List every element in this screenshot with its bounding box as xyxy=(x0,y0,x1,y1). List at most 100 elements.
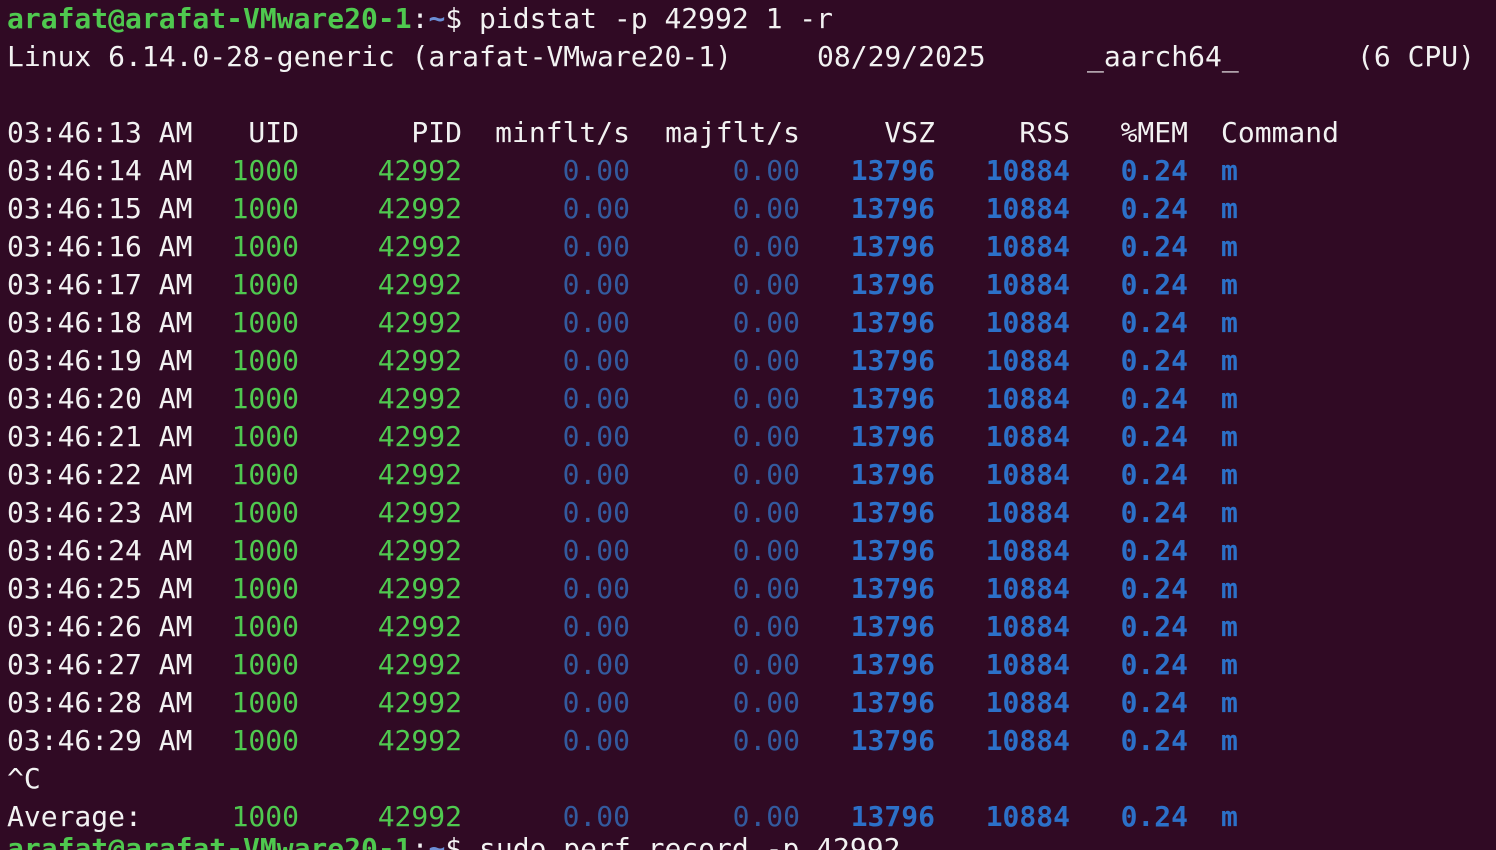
cell-command: m xyxy=(1221,648,1238,681)
cell-time: 03:46:24 AM xyxy=(7,534,193,567)
cell-uid: 1000 xyxy=(231,192,299,225)
cell-command: m xyxy=(1221,458,1238,491)
cell-pid: 42992 xyxy=(377,648,462,681)
cell-vsz: 13796 xyxy=(850,458,935,491)
cell-command: m xyxy=(1221,230,1238,263)
cell-uid: 1000 xyxy=(231,458,299,491)
cell-time: 03:46:22 AM xyxy=(7,458,193,491)
cell-vsz: 13796 xyxy=(850,154,935,187)
cell-vsz: 13796 xyxy=(850,648,935,681)
cell-command: m xyxy=(1221,496,1238,529)
header-uid: UID xyxy=(248,116,299,149)
cell-pid: 42992 xyxy=(377,230,462,263)
cell-majflt: 0.00 xyxy=(732,268,800,301)
cell-majflt: 0.00 xyxy=(732,648,800,681)
cell-pid: 42992 xyxy=(377,420,462,453)
cell-time: 03:46:23 AM xyxy=(7,496,193,529)
cell-time: 03:46:29 AM xyxy=(7,724,193,757)
cell-rss: 10884 xyxy=(985,496,1070,529)
cell-mem: 0.24 xyxy=(1120,344,1188,377)
cell-pid: 42992 xyxy=(377,534,462,567)
cell-mem: 0.24 xyxy=(1120,268,1188,301)
cell-minflt: 0.00 xyxy=(562,154,630,187)
cell-pid: 42992 xyxy=(377,458,462,491)
cell-majflt: 0.00 xyxy=(732,686,800,719)
cell-uid: 1000 xyxy=(231,268,299,301)
cell-minflt: 0.00 xyxy=(562,420,630,453)
cell-majflt: 0.00 xyxy=(732,344,800,377)
average-mem: 0.24 xyxy=(1120,800,1188,833)
terminal-window[interactable]: arafat@arafat-VMware20-1:~$ pidstat -p 4… xyxy=(0,0,1496,850)
cell-command: m xyxy=(1221,686,1238,719)
cell-minflt: 0.00 xyxy=(562,268,630,301)
cell-command: m xyxy=(1221,382,1238,415)
cell-vsz: 13796 xyxy=(850,610,935,643)
sysinfo-arch: _aarch64_ xyxy=(1087,40,1239,73)
cell-rss: 10884 xyxy=(985,572,1070,605)
table-row: 03:46:23 AM 1000 42992 0.00 0.00 13796 10884 0.… xyxy=(7,494,1487,532)
cell-mem: 0.24 xyxy=(1120,686,1188,719)
cell-uid: 1000 xyxy=(231,724,299,757)
sysinfo-line: Linux 6.14.0-28-generic (arafat-VMware20… xyxy=(7,38,1487,76)
cell-pid: 42992 xyxy=(377,154,462,187)
cell-command: m xyxy=(1221,534,1238,567)
cell-rss: 10884 xyxy=(985,306,1070,339)
cell-command: m xyxy=(1221,724,1238,757)
cell-time: 03:46:17 AM xyxy=(7,268,193,301)
cell-minflt: 0.00 xyxy=(562,192,630,225)
table-row: 03:46:20 AM 1000 42992 0.00 0.00 13796 10884 0.… xyxy=(7,380,1487,418)
cell-rss: 10884 xyxy=(985,686,1070,719)
cell-uid: 1000 xyxy=(231,420,299,453)
cell-majflt: 0.00 xyxy=(732,420,800,453)
table-row: 03:46:14 AM 1000 42992 0.00 0.00 13796 10884 0.… xyxy=(7,152,1487,190)
cell-pid: 42992 xyxy=(377,268,462,301)
header-pid: PID xyxy=(411,116,462,149)
cell-majflt: 0.00 xyxy=(732,724,800,757)
cell-vsz: 13796 xyxy=(850,686,935,719)
cell-vsz: 13796 xyxy=(850,420,935,453)
cell-command: m xyxy=(1221,306,1238,339)
cell-rss: 10884 xyxy=(985,724,1070,757)
cell-time: 03:46:21 AM xyxy=(7,420,193,453)
table-row: 03:46:21 AM 1000 42992 0.00 0.00 13796 10884 0.… xyxy=(7,418,1487,456)
next-prompt-symbol: $ xyxy=(445,832,463,850)
table-row: 03:46:27 AM 1000 42992 0.00 0.00 13796 10884 0.… xyxy=(7,646,1487,684)
header-time: 03:46:13 AM xyxy=(7,116,193,149)
table-row: 03:46:24 AM 1000 42992 0.00 0.00 13796 10884 0.… xyxy=(7,532,1487,570)
cell-pid: 42992 xyxy=(377,572,462,605)
cell-minflt: 0.00 xyxy=(562,534,630,567)
cell-rss: 10884 xyxy=(985,382,1070,415)
cell-pid: 42992 xyxy=(377,382,462,415)
cell-rss: 10884 xyxy=(985,192,1070,225)
cell-minflt: 0.00 xyxy=(562,382,630,415)
cell-mem: 0.24 xyxy=(1120,382,1188,415)
cell-mem: 0.24 xyxy=(1120,572,1188,605)
cell-vsz: 13796 xyxy=(850,572,935,605)
cell-minflt: 0.00 xyxy=(562,344,630,377)
table-row: 03:46:18 AM 1000 42992 0.00 0.00 13796 10884 0.… xyxy=(7,304,1487,342)
cell-uid: 1000 xyxy=(231,496,299,529)
cell-uid: 1000 xyxy=(231,648,299,681)
cell-uid: 1000 xyxy=(231,534,299,567)
cell-time: 03:46:20 AM xyxy=(7,382,193,415)
cell-rss: 10884 xyxy=(985,610,1070,643)
cell-command: m xyxy=(1221,572,1238,605)
table-row: 03:46:25 AM 1000 42992 0.00 0.00 13796 10884 0.… xyxy=(7,570,1487,608)
cell-pid: 42992 xyxy=(377,496,462,529)
cell-command: m xyxy=(1221,610,1238,643)
table-row: 03:46:15 AM 1000 42992 0.00 0.00 13796 10884 0.… xyxy=(7,190,1487,228)
cell-rss: 10884 xyxy=(985,648,1070,681)
cell-mem: 0.24 xyxy=(1120,306,1188,339)
cell-time: 03:46:18 AM xyxy=(7,306,193,339)
cell-mem: 0.24 xyxy=(1120,724,1188,757)
prompt-line: arafat@arafat-VMware20-1:~$ pidstat -p 4… xyxy=(7,2,834,35)
sysinfo-cpus: (6 CPU) xyxy=(1357,40,1476,73)
cell-majflt: 0.00 xyxy=(732,192,800,225)
cell-mem: 0.24 xyxy=(1120,230,1188,263)
prompt-command: pidstat -p 42992 1 -r xyxy=(462,2,834,35)
cell-majflt: 0.00 xyxy=(732,534,800,567)
cell-vsz: 13796 xyxy=(850,724,935,757)
table-row: 03:46:28 AM 1000 42992 0.00 0.00 13796 10884 0.… xyxy=(7,684,1487,722)
cell-uid: 1000 xyxy=(231,686,299,719)
cell-time: 03:46:28 AM xyxy=(7,686,193,719)
